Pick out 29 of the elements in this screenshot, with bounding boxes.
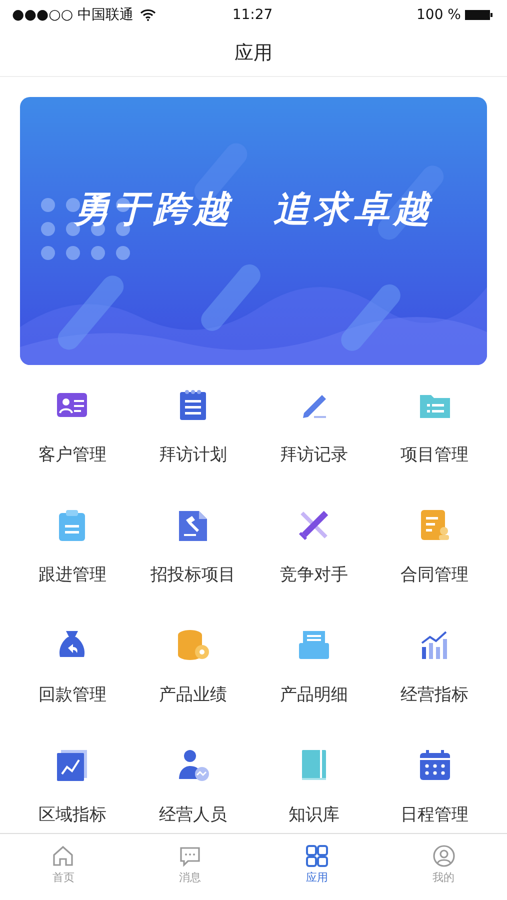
app-shortcut[interactable]: 经营指标 [400, 685, 469, 705]
app-shortcut[interactable]: 拜访记录 [280, 445, 348, 465]
user-icon [432, 844, 456, 868]
app-shortcut[interactable]: 回款管理 [38, 685, 106, 705]
app-shortcut[interactable]: 产品业绩 [159, 685, 228, 705]
carrier-name: ●●●○○ 中国联通 [12, 6, 134, 24]
app-shortcut[interactable]: 区域指标 [38, 805, 106, 825]
page-title: 应用 [234, 41, 272, 66]
app-shortcut[interactable]: 产品明细 [280, 685, 348, 705]
app-shortcut[interactable]: 招投标项目 [150, 565, 236, 585]
app-shortcut[interactable]: 日程管理 [400, 805, 469, 825]
home-icon [51, 844, 76, 868]
app-shortcut[interactable]: 客户管理 [38, 445, 106, 465]
app-shortcut[interactable]: 经营人员 [159, 805, 228, 825]
battery-percent: 100 % [416, 7, 461, 23]
app-shortcut[interactable]: 知识库 [288, 805, 340, 825]
grid-icon [304, 844, 329, 868]
banner-slogan: 勇于跨越 追求卓越 [72, 187, 434, 232]
tab-bar-item[interactable]: 应用 [254, 834, 380, 900]
app-shortcut[interactable]: 合同管理 [400, 565, 469, 585]
battery-icon [464, 9, 493, 21]
app-shortcut[interactable]: 项目管理 [400, 445, 469, 465]
chat-bubble-icon [178, 844, 202, 868]
app-shortcut[interactable]: 跟进管理 [38, 565, 106, 585]
database-gear-icon [175, 627, 212, 663]
app-shortcut[interactable]: 竞争对手 [280, 565, 348, 585]
wifi-icon [140, 9, 156, 21]
app-shortcut[interactable]: 拜访计划 [159, 445, 228, 465]
clock-time: 11:27 [232, 7, 273, 23]
